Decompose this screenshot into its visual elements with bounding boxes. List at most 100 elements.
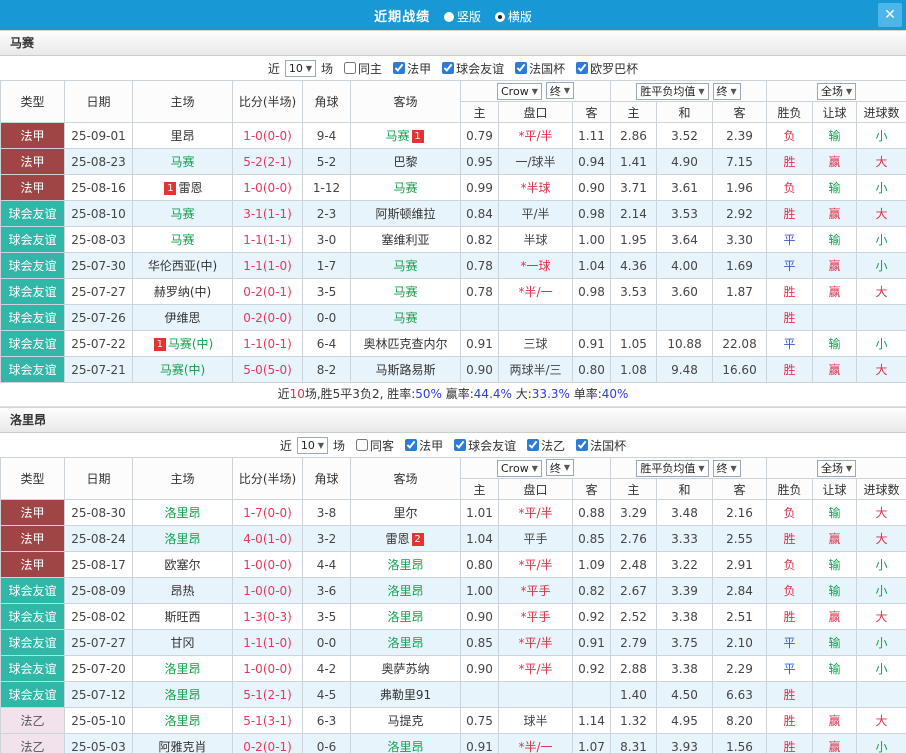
filter-option[interactable]: 同主 bbox=[344, 60, 382, 77]
team-name[interactable]: 阿斯顿维拉 bbox=[375, 207, 435, 221]
home-team-cell: 马赛 bbox=[133, 149, 233, 175]
team-name[interactable]: 马赛 bbox=[170, 233, 194, 247]
filter-option[interactable]: 法甲 bbox=[405, 437, 443, 454]
avg-away-cell: 7.15 bbox=[713, 149, 767, 175]
team-name[interactable]: 马赛 bbox=[393, 259, 417, 273]
team-name[interactable]: 雷恩 bbox=[385, 532, 409, 546]
team-name[interactable]: 洛里昂 bbox=[387, 740, 423, 753]
team-name[interactable]: 洛里昂 bbox=[387, 610, 423, 624]
team-name[interactable]: 马赛(中) bbox=[160, 363, 205, 377]
filter-checkbox[interactable] bbox=[454, 439, 466, 451]
avg-draw-cell: 10.88 bbox=[657, 331, 713, 357]
result-cell: 胜 bbox=[767, 357, 813, 383]
league-type-cell: 球会友谊 bbox=[1, 253, 65, 279]
team-name[interactable]: 巴黎 bbox=[393, 155, 417, 169]
filter-option[interactable]: 法甲 bbox=[393, 60, 431, 77]
team-name[interactable]: 洛里昂 bbox=[164, 662, 200, 676]
odds-company-select[interactable]: Crow▼ bbox=[497, 460, 542, 477]
team-name[interactable]: 洛里昂 bbox=[387, 636, 423, 650]
filter-option[interactable]: 法国杯 bbox=[515, 60, 565, 77]
filter-option[interactable]: 同客 bbox=[356, 437, 394, 454]
odds-time-select[interactable]: 终▼ bbox=[546, 82, 574, 99]
layout-horizontal-radio[interactable]: 横版 bbox=[495, 10, 532, 24]
team-name[interactable]: 洛里昂 bbox=[387, 558, 423, 572]
team-name[interactable]: 昂热 bbox=[170, 584, 194, 598]
red-card-badge: 1 bbox=[164, 182, 176, 195]
team-name[interactable]: 马赛(中) bbox=[168, 337, 213, 351]
corner-cell: 3-5 bbox=[303, 279, 351, 305]
filter-option[interactable]: 欧罗巴杯 bbox=[576, 60, 638, 77]
layout-vertical-radio[interactable]: 竖版 bbox=[444, 10, 481, 24]
filter-checkbox[interactable] bbox=[527, 439, 539, 451]
radio-icon[interactable] bbox=[444, 12, 454, 22]
team-name[interactable]: 马赛 bbox=[393, 311, 417, 325]
team-name[interactable]: 弗勒里91 bbox=[380, 688, 431, 702]
team-name[interactable]: 里尔 bbox=[393, 506, 417, 520]
filter-option[interactable]: 球会友谊 bbox=[442, 60, 504, 77]
filter-bar: 近 10▼ 场 同客法甲球会友谊法乙法国杯 bbox=[0, 433, 906, 457]
filter-checkbox[interactable] bbox=[442, 62, 454, 74]
team-name[interactable]: 甘冈 bbox=[170, 636, 194, 650]
filter-option[interactable]: 法国杯 bbox=[576, 437, 626, 454]
corner-cell: 4-4 bbox=[303, 552, 351, 578]
avg-time-select[interactable]: 终▼ bbox=[713, 83, 741, 100]
corner-cell: 8-2 bbox=[303, 357, 351, 383]
scope-select[interactable]: 全场▼ bbox=[817, 460, 856, 477]
close-icon[interactable]: ✕ bbox=[878, 3, 902, 27]
team-name[interactable]: 伊维思 bbox=[164, 311, 200, 325]
away-team-cell: 洛里昂 bbox=[351, 578, 461, 604]
team-name[interactable]: 马提克 bbox=[387, 714, 423, 728]
home-team-cell: 甘冈 bbox=[133, 630, 233, 656]
team-name[interactable]: 雷恩 bbox=[178, 181, 202, 195]
team-name[interactable]: 马赛 bbox=[170, 207, 194, 221]
corner-cell: 3-8 bbox=[303, 500, 351, 526]
team-name[interactable]: 里昂 bbox=[170, 129, 194, 143]
filter-option[interactable]: 球会友谊 bbox=[454, 437, 516, 454]
col-handicap-result: 让球 bbox=[813, 102, 857, 123]
home-team-cell: 马赛(中) bbox=[133, 357, 233, 383]
filter-checkbox[interactable] bbox=[576, 62, 588, 74]
team-name[interactable]: 奥萨苏纳 bbox=[381, 662, 429, 676]
team-name[interactable]: 阿雅克肖 bbox=[158, 740, 206, 753]
team-name[interactable]: 马赛 bbox=[170, 155, 194, 169]
team-name[interactable]: 奥林匹克查内尔 bbox=[363, 337, 447, 351]
team-name[interactable]: 斯旺西 bbox=[164, 610, 200, 624]
odds-home-cell: 0.78 bbox=[461, 253, 499, 279]
titlebar-center: 近期战绩 竖版 横版 bbox=[0, 6, 906, 25]
team-name[interactable]: 洛里昂 bbox=[164, 688, 200, 702]
filter-checkbox[interactable] bbox=[393, 62, 405, 74]
team-name[interactable]: 华伦西亚(中) bbox=[148, 259, 217, 273]
result-cell: 负 bbox=[767, 123, 813, 149]
odds-home-cell: 0.90 bbox=[461, 604, 499, 630]
match-count-select[interactable]: 10▼ bbox=[285, 60, 316, 77]
avg-time-select[interactable]: 终▼ bbox=[713, 460, 741, 477]
odds-time-select[interactable]: 终▼ bbox=[546, 459, 574, 476]
results-table: 类型 日期 主场 比分(半场) 角球 客场 Crow▼终▼ 胜平负均值▼终▼ 全… bbox=[0, 80, 906, 383]
team-name[interactable]: 马赛 bbox=[393, 181, 417, 195]
avg-type-select[interactable]: 胜平负均值▼ bbox=[636, 460, 708, 477]
team-name[interactable]: 塞维利亚 bbox=[381, 233, 429, 247]
team-name[interactable]: 马赛 bbox=[393, 285, 417, 299]
team-name[interactable]: 马斯路易斯 bbox=[375, 363, 435, 377]
result-cell: 胜 bbox=[767, 682, 813, 708]
avg-type-select[interactable]: 胜平负均值▼ bbox=[636, 83, 708, 100]
team-name[interactable]: 欧塞尔 bbox=[164, 558, 200, 572]
filter-option[interactable]: 法乙 bbox=[527, 437, 565, 454]
team-name[interactable]: 马赛 bbox=[385, 129, 409, 143]
filter-checkbox[interactable] bbox=[356, 439, 368, 451]
team-name[interactable]: 洛里昂 bbox=[164, 714, 200, 728]
odds-company-select[interactable]: Crow▼ bbox=[497, 83, 542, 100]
filter-checkbox[interactable] bbox=[344, 62, 356, 74]
team-name[interactable]: 赫罗纳(中) bbox=[154, 285, 211, 299]
radio-icon[interactable] bbox=[495, 12, 505, 22]
filter-checkbox[interactable] bbox=[405, 439, 417, 451]
filter-checkbox[interactable] bbox=[515, 62, 527, 74]
match-count-select[interactable]: 10▼ bbox=[297, 437, 328, 454]
scope-select[interactable]: 全场▼ bbox=[817, 83, 856, 100]
result-cell: 输 bbox=[813, 500, 857, 526]
team-name[interactable]: 洛里昂 bbox=[164, 506, 200, 520]
filter-checkbox[interactable] bbox=[576, 439, 588, 451]
team-name[interactable]: 洛里昂 bbox=[164, 532, 200, 546]
chevron-down-icon: ▼ bbox=[318, 441, 324, 450]
team-name[interactable]: 洛里昂 bbox=[387, 584, 423, 598]
